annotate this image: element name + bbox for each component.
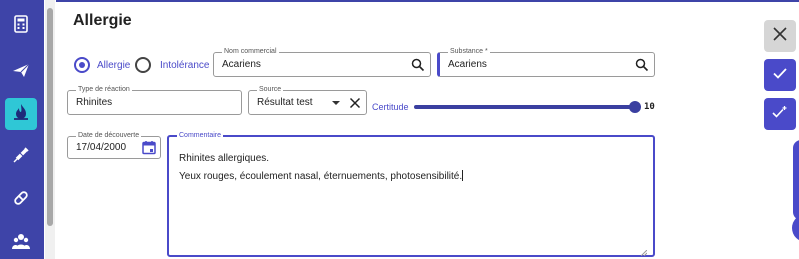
type-reaction-label: Type de réaction (76, 85, 132, 95)
radio-allergie-label: Allergie (97, 60, 131, 71)
certitude-label: Certitude (372, 102, 409, 112)
nom-commercial-value: Acariens (222, 59, 261, 70)
close-button[interactable] (764, 20, 796, 52)
radio-intolerance-label: Intolérance (160, 60, 210, 71)
sidebar-item-vaccines[interactable] (5, 141, 37, 173)
chevron-down-icon[interactable] (331, 100, 341, 106)
calendar-icon[interactable] (142, 140, 156, 155)
sidebar (0, 0, 44, 259)
top-divider (56, 0, 799, 2)
save-button[interactable] (764, 59, 796, 91)
date-decouverte-label: Date de découverte (76, 131, 142, 141)
radio-intolerance[interactable] (135, 57, 151, 73)
side-panel-tab[interactable] (793, 140, 799, 220)
source-select[interactable]: Source Résultat test (248, 85, 367, 115)
calculator-icon (11, 14, 31, 39)
date-decouverte-field[interactable]: Date de découverte 17/04/2000 (67, 131, 161, 159)
type-reaction-value: Rhinites (76, 97, 113, 108)
sidebar-item-medication[interactable] (5, 184, 37, 216)
floating-action-button[interactable] (792, 214, 799, 242)
check-icon (772, 65, 788, 86)
commentaire-line-1: Rhinites allergiques. (179, 153, 270, 164)
syringe-icon (11, 145, 31, 170)
date-decouverte-value: 17/04/2000 (76, 142, 127, 153)
check-plus-icon (772, 104, 788, 125)
type-reaction-field[interactable]: Type de réaction Rhinites (67, 85, 242, 115)
commentaire-line-2: Yeux rouges, écoulement nasal, éternueme… (179, 171, 463, 182)
people-icon (11, 231, 31, 256)
certitude-slider[interactable] (414, 105, 636, 109)
resize-grip-icon[interactable] (640, 243, 648, 257)
save-and-add-button[interactable] (764, 98, 796, 130)
substance-label: Substance * (448, 47, 490, 57)
scrollbar-thumb[interactable] (47, 8, 53, 226)
sidebar-item-family[interactable] (5, 227, 37, 259)
nom-commercial-field[interactable]: Nom commercial Acariens (213, 47, 431, 77)
page-title: Allergie (73, 12, 132, 29)
sidebar-item-calculator[interactable] (5, 10, 37, 42)
source-label: Source (257, 85, 284, 95)
text-caret (462, 170, 464, 181)
radio-allergie[interactable] (74, 57, 90, 73)
paper-plane-icon (11, 60, 31, 85)
certitude-slider-thumb[interactable] (629, 101, 641, 113)
certitude-value: 10 (644, 102, 655, 112)
source-value: Résultat test (257, 97, 313, 108)
search-icon[interactable] (635, 58, 649, 72)
substance-field[interactable]: Substance * Acariens (437, 47, 655, 77)
nom-commercial-label: Nom commercial (222, 47, 279, 57)
clear-icon[interactable] (349, 97, 361, 109)
sidebar-item-allergies[interactable] (5, 98, 37, 130)
pill-icon (11, 188, 31, 213)
commentaire-text: Rhinites allergiques. Yeux rouges, écoul… (179, 150, 464, 186)
commentaire-textarea[interactable]: Commentaire Rhinites allergiques. Yeux r… (167, 131, 655, 257)
commentaire-label: Commentaire (177, 131, 224, 141)
substance-value: Acariens (448, 59, 487, 70)
flame-icon (11, 102, 31, 127)
close-icon (772, 26, 788, 47)
search-icon[interactable] (411, 58, 425, 72)
sidebar-item-send[interactable] (5, 56, 37, 88)
